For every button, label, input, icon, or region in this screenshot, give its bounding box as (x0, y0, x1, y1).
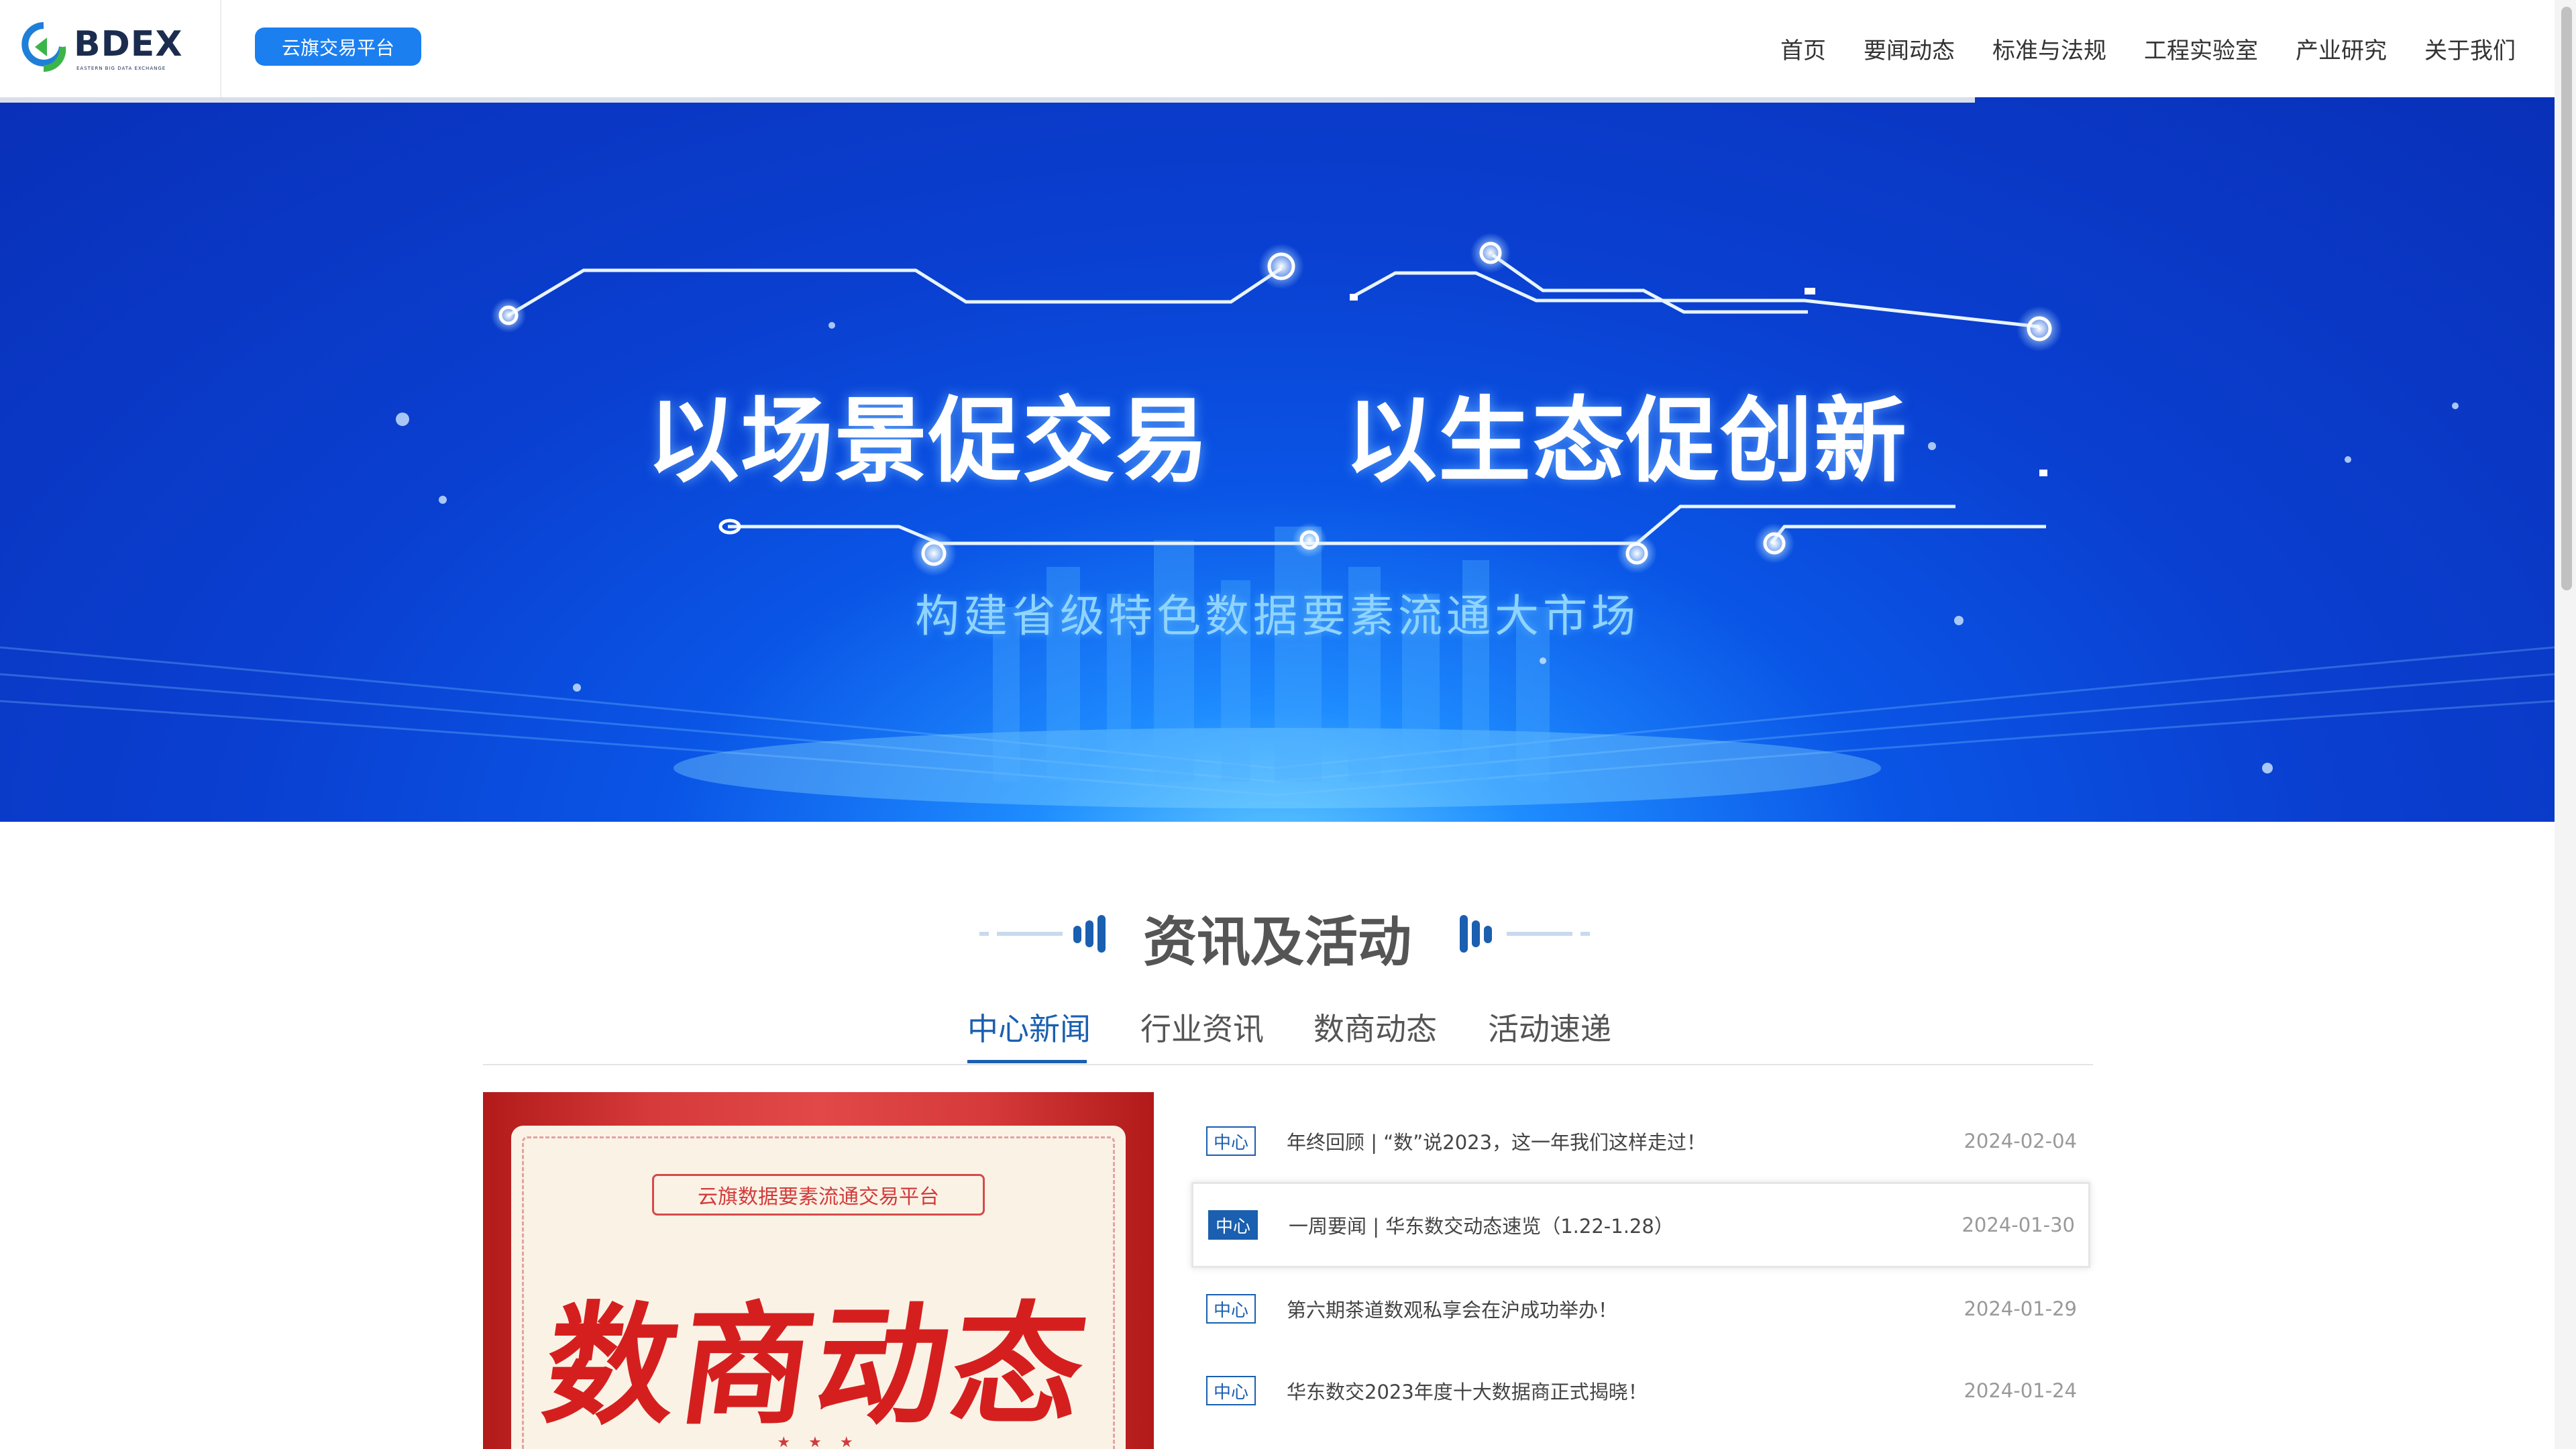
bdex-logo[interactable]: BDEX EASTERN BIG DATA EXCHANGE (20, 20, 182, 74)
card-stars: ★ ★ ★ (777, 1434, 860, 1449)
news-badge: 中心 (1206, 1126, 1256, 1156)
news-item[interactable]: 中心 华东数交2023年度十大数据商正式揭晓！ 2024-01-24 (1191, 1350, 2090, 1432)
news-tabs: 中心新闻 行业资讯 数商动态 活动速递 (483, 1000, 2093, 1065)
news-date: 2024-01-24 (1964, 1379, 2077, 1402)
active-tab-indicator (967, 1060, 1087, 1063)
news-badge: 中心 (1206, 1376, 1256, 1405)
scrollbar-thumb[interactable] (2561, 7, 2572, 590)
nav-home[interactable]: 首页 (1780, 32, 1826, 65)
news-date: 2024-02-04 (1964, 1130, 2077, 1152)
news-title[interactable]: 年终回顾 | “数”说2023，这一年我们这样走过！ (1287, 1127, 1706, 1155)
nav-standards[interactable]: 标准与法规 (1992, 32, 2106, 65)
tab-industry-news[interactable]: 行业资讯 (1140, 1005, 1264, 1049)
header-divider (220, 0, 221, 97)
hero-banner[interactable]: 以场景促交易 以生态促创新 构建省级特色数据要素流通大市场 (0, 97, 2555, 822)
featured-card: 云旗数据要素流通交易平台 数商动态 ★ ★ ★ (511, 1126, 1126, 1449)
nav-about[interactable]: 关于我们 (2424, 32, 2516, 65)
news-item[interactable]: 中心 年终回顾 | “数”说2023，这一年我们这样走过！ 2024-02-04 (1191, 1100, 2090, 1182)
banner-title: 以场景促交易 以生态促创新 (646, 387, 1909, 495)
nav-news[interactable]: 要闻动态 (1864, 32, 1955, 65)
nav-lab[interactable]: 工程实验室 (2144, 32, 2258, 65)
tab-merchant-news[interactable]: 数商动态 (1313, 1005, 1437, 1049)
news-title[interactable]: 华东数交2023年度十大数据商正式揭晓！ (1287, 1377, 1648, 1405)
card-big-text: 数商动态 (535, 1290, 1099, 1443)
page-scrollbar[interactable] (2555, 0, 2576, 1449)
tab-activities[interactable]: 活动速递 (1488, 1005, 1611, 1049)
featured-news-image[interactable]: 云旗数据要素流通交易平台 数商动态 ★ ★ ★ (483, 1092, 1154, 1449)
news-title[interactable]: 一周要闻 | 华东数交动态速览（1.22-1.28） (1289, 1211, 1674, 1239)
section-heading: 资讯及活动 (0, 892, 2555, 973)
news-item-highlighted[interactable]: 中心 一周要闻 | 华东数交动态速览（1.22-1.28） 2024-01-30 (1191, 1182, 2090, 1268)
site-header: BDEX EASTERN BIG DATA EXCHANGE 云旗交易平台 首页… (0, 0, 2555, 99)
logo-subtitle: EASTERN BIG DATA EXCHANGE (76, 66, 166, 71)
heading-right-ornament-icon (1460, 915, 1590, 953)
news-badge: 中心 (1206, 1294, 1256, 1324)
news-title[interactable]: 第六期茶道数观私享会在沪成功举办！ (1287, 1295, 1617, 1323)
main-nav: 首页 要闻动态 标准与法规 工程实验室 产业研究 关于我们 (1743, 0, 2516, 97)
news-date: 2024-01-29 (1964, 1297, 2077, 1320)
card-label: 云旗数据要素流通交易平台 (652, 1174, 985, 1216)
news-item[interactable]: 中心 第六期茶道数观私享会在沪成功举办！ 2024-01-29 (1191, 1268, 2090, 1350)
news-list: 中心 年终回顾 | “数”说2023，这一年我们这样走过！ 2024-02-04… (1191, 1100, 2090, 1432)
logo-mark-icon (21, 22, 66, 72)
logo-text: BDEX (74, 24, 183, 64)
platform-button[interactable]: 云旗交易平台 (255, 28, 421, 66)
nav-research[interactable]: 产业研究 (2296, 32, 2387, 65)
news-date: 2024-01-30 (1962, 1214, 2075, 1236)
section-title: 资讯及活动 (1143, 911, 1411, 973)
tab-center-news[interactable]: 中心新闻 (967, 1005, 1091, 1049)
banner-subtitle: 构建省级特色数据要素流通大市场 (915, 590, 1640, 642)
news-badge: 中心 (1208, 1210, 1258, 1240)
